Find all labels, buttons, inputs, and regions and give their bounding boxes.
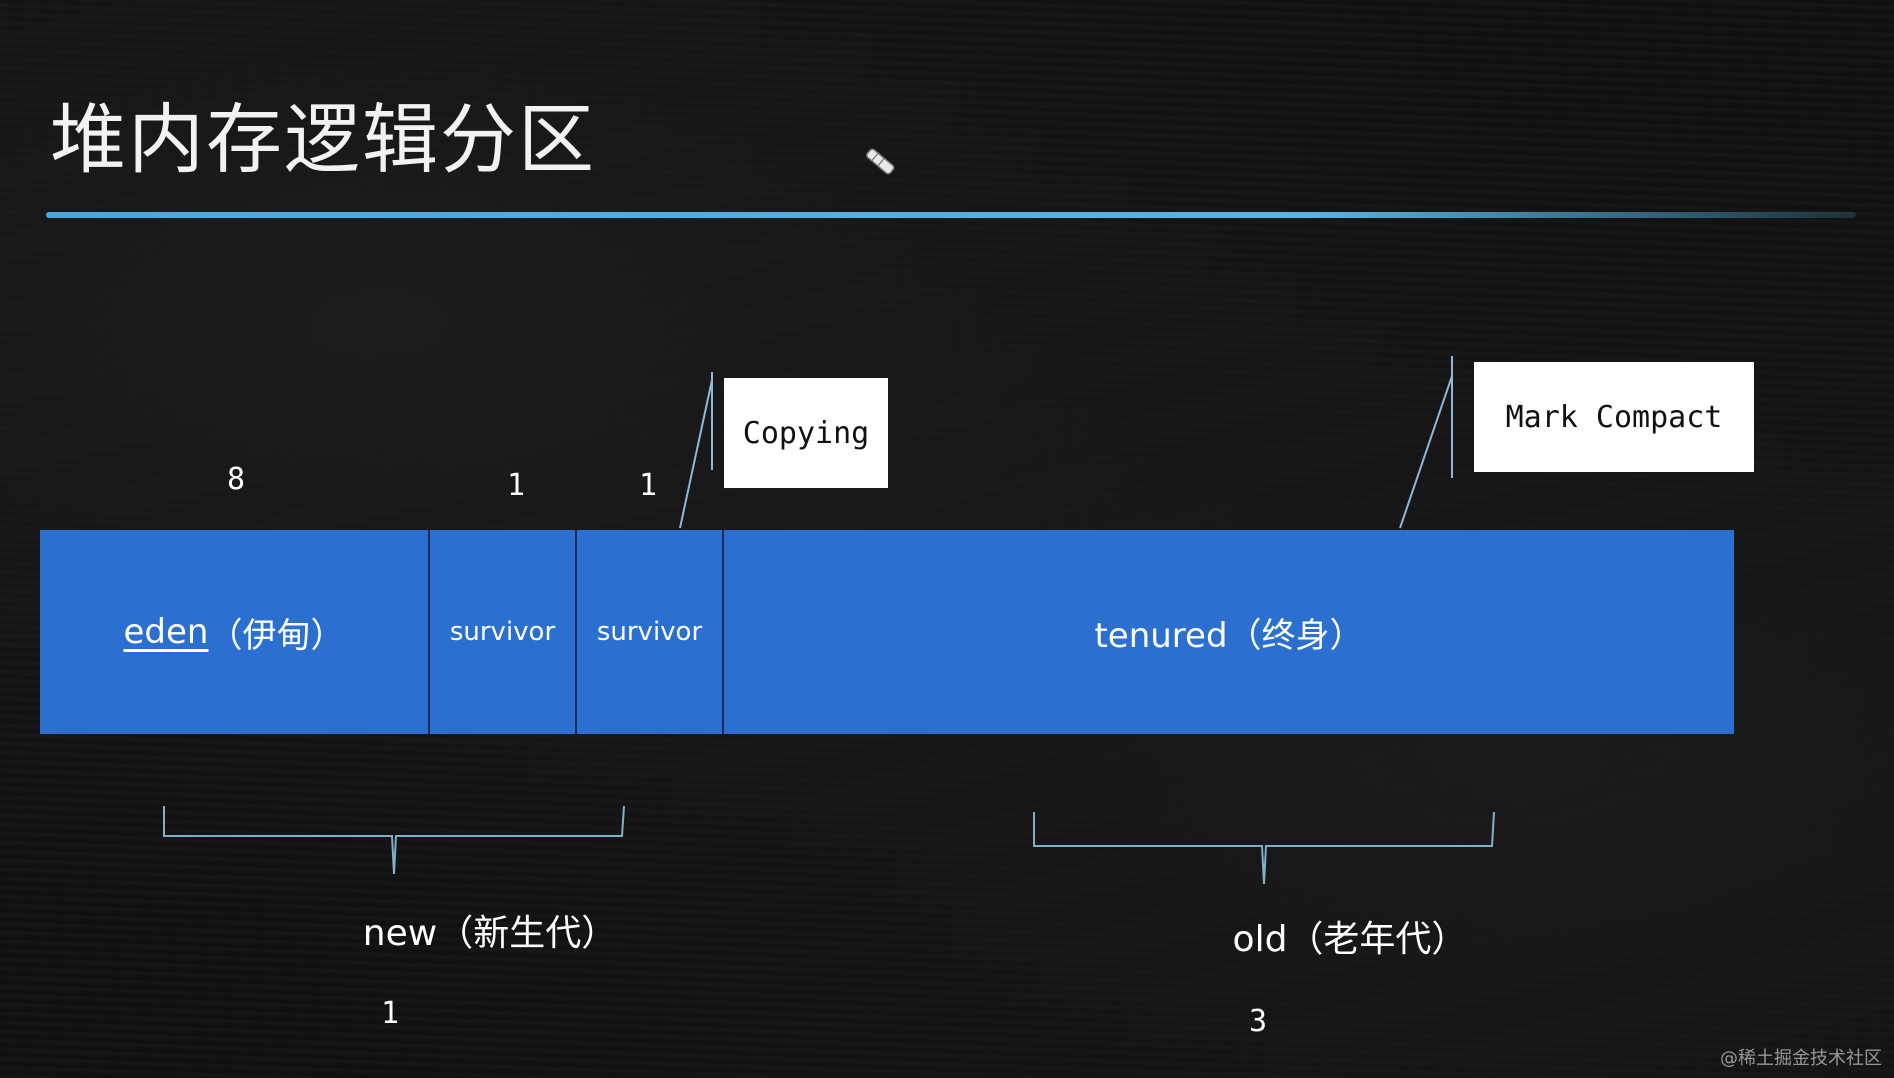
new-generation-label: new（新生代） bbox=[362, 913, 618, 954]
mark-compact-callout: Mark Compact bbox=[1474, 362, 1754, 472]
heap-memory-bar: eden （伊甸） survivor survivor tenured（终身） bbox=[40, 530, 1734, 734]
slide-title: 堆内存逻辑分区 bbox=[50, 95, 596, 184]
eden-region: eden （伊甸） bbox=[40, 530, 430, 734]
eden-label: eden bbox=[123, 612, 209, 652]
survivor-region-2: survivor bbox=[577, 530, 724, 734]
copying-pointer bbox=[679, 372, 713, 529]
survivor-1-ratio: 1 bbox=[506, 468, 526, 503]
title-underline bbox=[46, 212, 1856, 218]
survivor-2-ratio: 1 bbox=[638, 468, 658, 503]
old-generation-ratio: 3 bbox=[1248, 1004, 1268, 1039]
survivor-1-label: survivor bbox=[449, 617, 556, 647]
old-generation-bracket bbox=[1033, 811, 1495, 885]
survivor-region-1: survivor bbox=[430, 530, 577, 734]
pen-cursor-icon bbox=[866, 148, 895, 175]
new-generation-bracket bbox=[163, 805, 625, 875]
new-generation-ratio: 1 bbox=[380, 996, 400, 1031]
tenured-label: tenured（终身） bbox=[1094, 615, 1364, 656]
survivor-2-label: survivor bbox=[596, 617, 703, 647]
watermark-text: @稀土掘金技术社区 bbox=[1720, 1048, 1882, 1069]
tenured-region: tenured（终身） bbox=[724, 530, 1734, 734]
eden-cn-label: （伊甸） bbox=[208, 615, 345, 656]
mark-compact-pointer bbox=[1399, 356, 1453, 529]
copying-callout: Copying bbox=[724, 378, 888, 488]
eden-ratio: 8 bbox=[226, 462, 246, 497]
old-generation-label: old（老年代） bbox=[1232, 919, 1468, 960]
